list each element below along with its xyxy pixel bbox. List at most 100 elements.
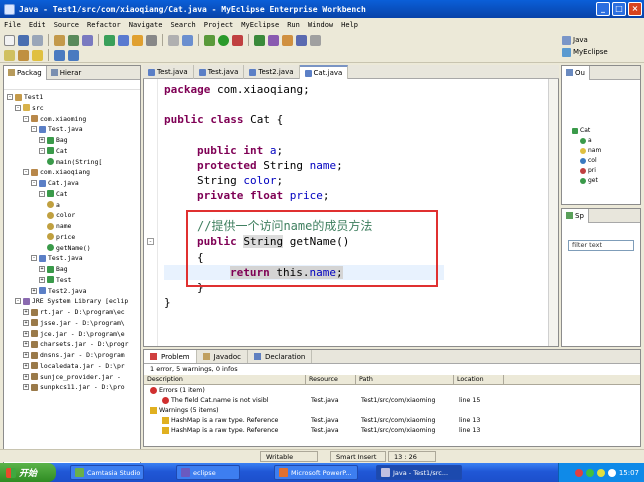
tree-item[interactable]: + localedata.jar - D:\pr (23, 361, 125, 371)
menu-file[interactable]: File (4, 21, 21, 29)
search-icon[interactable] (296, 34, 307, 46)
next-annotation-icon[interactable] (18, 49, 29, 61)
expand-icon[interactable]: + (23, 352, 29, 358)
outline-item-cat[interactable]: Cat (572, 126, 590, 135)
server-icon[interactable] (82, 34, 93, 46)
tab-test-java-1[interactable]: Test.java (143, 65, 194, 79)
perspective-myeclipse[interactable]: MyEclipse (562, 46, 638, 58)
tree-item[interactable]: - Cat (39, 189, 68, 199)
expand-icon[interactable]: + (39, 137, 45, 143)
web-project-icon[interactable] (118, 34, 129, 46)
column-description[interactable]: Description (144, 375, 306, 385)
menu-myeclipse[interactable]: MyEclipse (241, 21, 279, 29)
outline-item[interactable]: col (580, 156, 597, 165)
expand-icon[interactable]: + (23, 330, 29, 337)
tray-icon[interactable] (607, 468, 616, 477)
tree-item[interactable]: - Cat.java (31, 178, 79, 188)
tab-cat-java[interactable]: Cat.java (299, 65, 349, 79)
tray-icon[interactable] (585, 468, 594, 477)
menu-window[interactable]: Window (308, 21, 333, 29)
expand-icon[interactable]: + (23, 341, 29, 348)
tab-javadoc[interactable]: Javadoc (197, 350, 248, 363)
bean-icon[interactable] (132, 34, 143, 46)
expand-icon[interactable]: + (23, 362, 29, 369)
tree-item[interactable]: main(String[ (47, 157, 102, 167)
fold-toggle-icon[interactable]: - (147, 238, 154, 245)
problem-row[interactable]: HashMap is a raw type. Reference Test.jav… (144, 416, 640, 426)
tree-item[interactable]: + Test (39, 275, 71, 285)
collapse-icon[interactable]: - (15, 104, 21, 111)
tree-item[interactable]: + sunpkcs11.jar - D:\pro (23, 382, 125, 392)
tree-item[interactable]: + Test2.java (31, 286, 86, 296)
expand-icon[interactable]: + (23, 373, 29, 380)
annotation-icon[interactable] (4, 49, 15, 61)
collapse-icon[interactable]: - (23, 169, 29, 176)
task-eclipse[interactable]: eclipse (176, 465, 240, 480)
problem-row[interactable]: The field Cat.name is not visibl Test.jav… (144, 396, 640, 406)
new-project-icon[interactable] (104, 34, 115, 46)
perspective-java[interactable]: Java (562, 34, 638, 46)
tree-item[interactable]: price (47, 232, 75, 242)
browser-icon[interactable] (168, 34, 179, 46)
menu-edit[interactable]: Edit (29, 21, 46, 29)
tree-item[interactable]: - com.xiaoming (23, 114, 86, 124)
tree-item[interactable]: - Test1 (7, 92, 43, 102)
outline-item[interactable]: pri (580, 166, 596, 175)
expand-icon[interactable]: + (31, 287, 37, 294)
collapse-icon[interactable]: - (39, 190, 45, 197)
run-icon[interactable] (218, 34, 229, 46)
menu-run[interactable]: Run (287, 21, 300, 29)
back-icon[interactable] (54, 49, 65, 61)
task-java-myeclipse[interactable]: Java - Test1/src... (376, 465, 462, 480)
menu-source[interactable]: Source (54, 21, 79, 29)
expand-icon[interactable]: + (39, 266, 45, 272)
collapse-icon[interactable]: - (39, 147, 45, 154)
collapse-icon[interactable]: - (7, 94, 13, 100)
pin-icon[interactable] (310, 34, 321, 46)
collapse-icon[interactable]: - (15, 298, 21, 305)
collapse-icon[interactable]: - (31, 180, 37, 186)
outline-item[interactable]: nam (580, 146, 601, 155)
debug-icon[interactable] (204, 34, 215, 46)
tree-item[interactable]: getName() (47, 243, 91, 253)
start-button[interactable]: 开始 (0, 463, 56, 482)
tree-item[interactable]: + rt.jar - D:\program\ec (23, 307, 125, 317)
column-location[interactable]: Location (454, 375, 504, 385)
task-camtasia[interactable]: Camtasia Studio ... (70, 465, 144, 480)
tab-package-explorer[interactable]: Packag (4, 65, 47, 80)
open-file-icon[interactable] (282, 34, 293, 46)
code-editor[interactable]: - package com.xiaoqiang; public class Ca… (143, 79, 559, 347)
tree-item[interactable]: + Bag (39, 264, 68, 274)
filter-input[interactable]: filter text (568, 240, 634, 251)
db-icon[interactable] (146, 34, 157, 46)
tab-problems[interactable]: Problem (144, 350, 197, 363)
expand-icon[interactable]: + (39, 276, 45, 283)
problem-group-row[interactable]: Errors (1 item) (144, 386, 640, 396)
collapse-icon[interactable]: - (31, 126, 37, 133)
menu-refactor[interactable]: Refactor (87, 21, 121, 29)
column-path[interactable]: Path (356, 375, 454, 385)
tree-item[interactable]: + jce.jar - D:\program\e (23, 329, 125, 339)
menu-project[interactable]: Project (204, 21, 234, 29)
tab-test2-java[interactable]: Test2.java (244, 65, 300, 79)
problem-group-row[interactable]: Warnings (5 items) (144, 406, 640, 416)
tree-item[interactable]: - src (15, 103, 44, 113)
tree-item[interactable]: - Test.java (31, 253, 83, 263)
tab-test-java-2[interactable]: Test.java (194, 65, 245, 79)
collapse-icon[interactable]: - (23, 115, 29, 122)
print-icon[interactable] (32, 34, 43, 46)
tree-item[interactable]: a (47, 200, 60, 210)
task-powerpoint[interactable]: Microsoft PowerP... (274, 465, 358, 480)
expand-icon[interactable]: + (23, 319, 29, 326)
forward-icon[interactable] (68, 49, 79, 61)
menu-search[interactable]: Search (170, 21, 195, 29)
new-class-icon[interactable] (254, 34, 265, 46)
menu-navigate[interactable]: Navigate (129, 21, 163, 29)
prev-annotation-icon[interactable] (32, 49, 43, 61)
outline-item[interactable]: a (580, 136, 592, 145)
tree-item[interactable]: + sunjce_provider.jar - (23, 372, 121, 382)
menu-help[interactable]: Help (341, 21, 358, 29)
tree-item[interactable]: + jsse.jar - D:\program\ (23, 318, 125, 328)
expand-icon[interactable]: + (23, 309, 29, 315)
tray-icon[interactable] (596, 468, 605, 477)
